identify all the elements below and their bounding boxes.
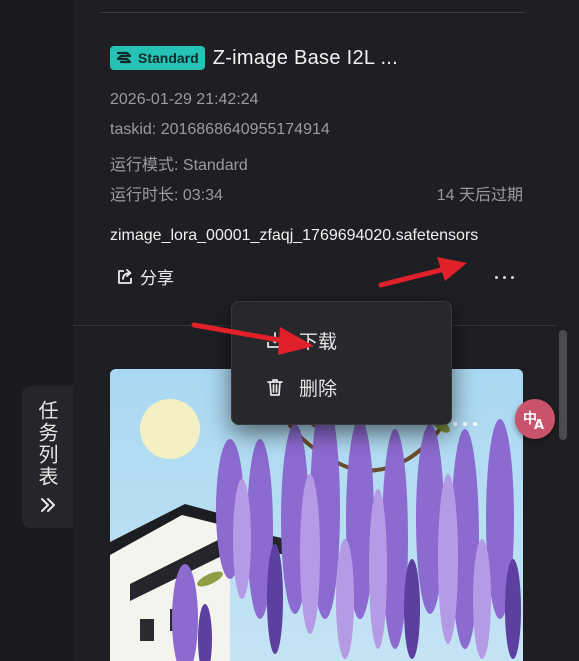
menu-item-delete[interactable]: 删除 <box>232 365 451 409</box>
task-run-mode: 运行模式: Standard <box>110 157 248 174</box>
menu-item-download-label: 下载 <box>299 330 338 353</box>
double-chevron-right-icon <box>40 498 55 512</box>
standard-badge: Standard <box>110 46 205 70</box>
share-button[interactable]: 分享 <box>116 264 174 289</box>
left-strip <box>0 0 74 661</box>
translate-icon: 中 A <box>523 410 544 432</box>
share-icon <box>118 268 132 284</box>
options-menu: 下载 删除 <box>231 301 452 425</box>
task-datetime: 2026-01-29 21:42:24 <box>110 91 259 108</box>
translate-button[interactable]: 中 A <box>515 399 555 439</box>
svg-text:A: A <box>534 418 544 432</box>
share-label: 分享 <box>140 269 174 288</box>
task-filename: zimage_lora_00001_zfaqj_1769694020.safet… <box>110 227 479 244</box>
task-list-label: 任务列表 <box>35 400 59 488</box>
image-more-button[interactable] <box>453 422 477 426</box>
more-options-button[interactable] <box>486 265 522 289</box>
trash-icon <box>267 379 283 396</box>
task-title-row: Standard Z-image Base I2L ... <box>110 46 398 70</box>
dot <box>453 422 457 426</box>
dot <box>510 275 514 279</box>
dot <box>473 422 477 426</box>
menu-item-download[interactable]: 下载 <box>232 318 451 362</box>
scrollbar[interactable] <box>559 330 567 440</box>
dot <box>494 275 498 279</box>
task-title: Z-image Base I2L ... <box>212 46 399 69</box>
divider <box>101 12 525 13</box>
task-list-tab[interactable]: 任务列表 <box>22 386 73 528</box>
download-icon <box>267 332 283 348</box>
menu-item-delete-label: 删除 <box>299 377 338 400</box>
dot <box>463 422 467 426</box>
model-icon <box>116 51 132 64</box>
dot <box>502 275 506 279</box>
task-id: taskid: 2016868640955174914 <box>110 121 330 138</box>
task-run-duration: 运行时长: 03:34 <box>110 187 223 204</box>
task-expiry: 14 天后过期 <box>436 187 523 204</box>
standard-badge-label: Standard <box>138 50 199 66</box>
